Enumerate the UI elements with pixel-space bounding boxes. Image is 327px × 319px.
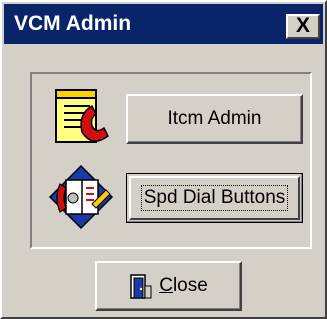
close-label-rest: lose xyxy=(172,275,208,296)
speed-dial-buttons-button[interactable]: Spd Dial Buttons xyxy=(126,173,303,223)
phonebook-dial-icon xyxy=(48,164,114,230)
title-close-button[interactable]: X xyxy=(286,14,320,39)
close-label: Close xyxy=(159,275,208,297)
window-title: VCM Admin xyxy=(14,12,132,35)
title-bar[interactable]: VCM Admin X xyxy=(4,4,323,44)
close-label-mnemonic: C xyxy=(159,275,173,296)
itcm-admin-button[interactable]: Itcm Admin xyxy=(126,94,303,144)
close-button[interactable]: Close xyxy=(95,261,242,311)
speed-dial-label: Spd Dial Buttons xyxy=(140,185,289,211)
door-exit-icon xyxy=(130,274,152,299)
itcm-admin-label: Itcm Admin xyxy=(167,108,262,129)
notepad-phone-icon xyxy=(55,89,109,143)
speed-dial-button-face: Spd Dial Buttons xyxy=(129,176,300,220)
vcm-admin-window: VCM Admin X Itcm Admin Spd Dial Buttons xyxy=(0,0,327,319)
